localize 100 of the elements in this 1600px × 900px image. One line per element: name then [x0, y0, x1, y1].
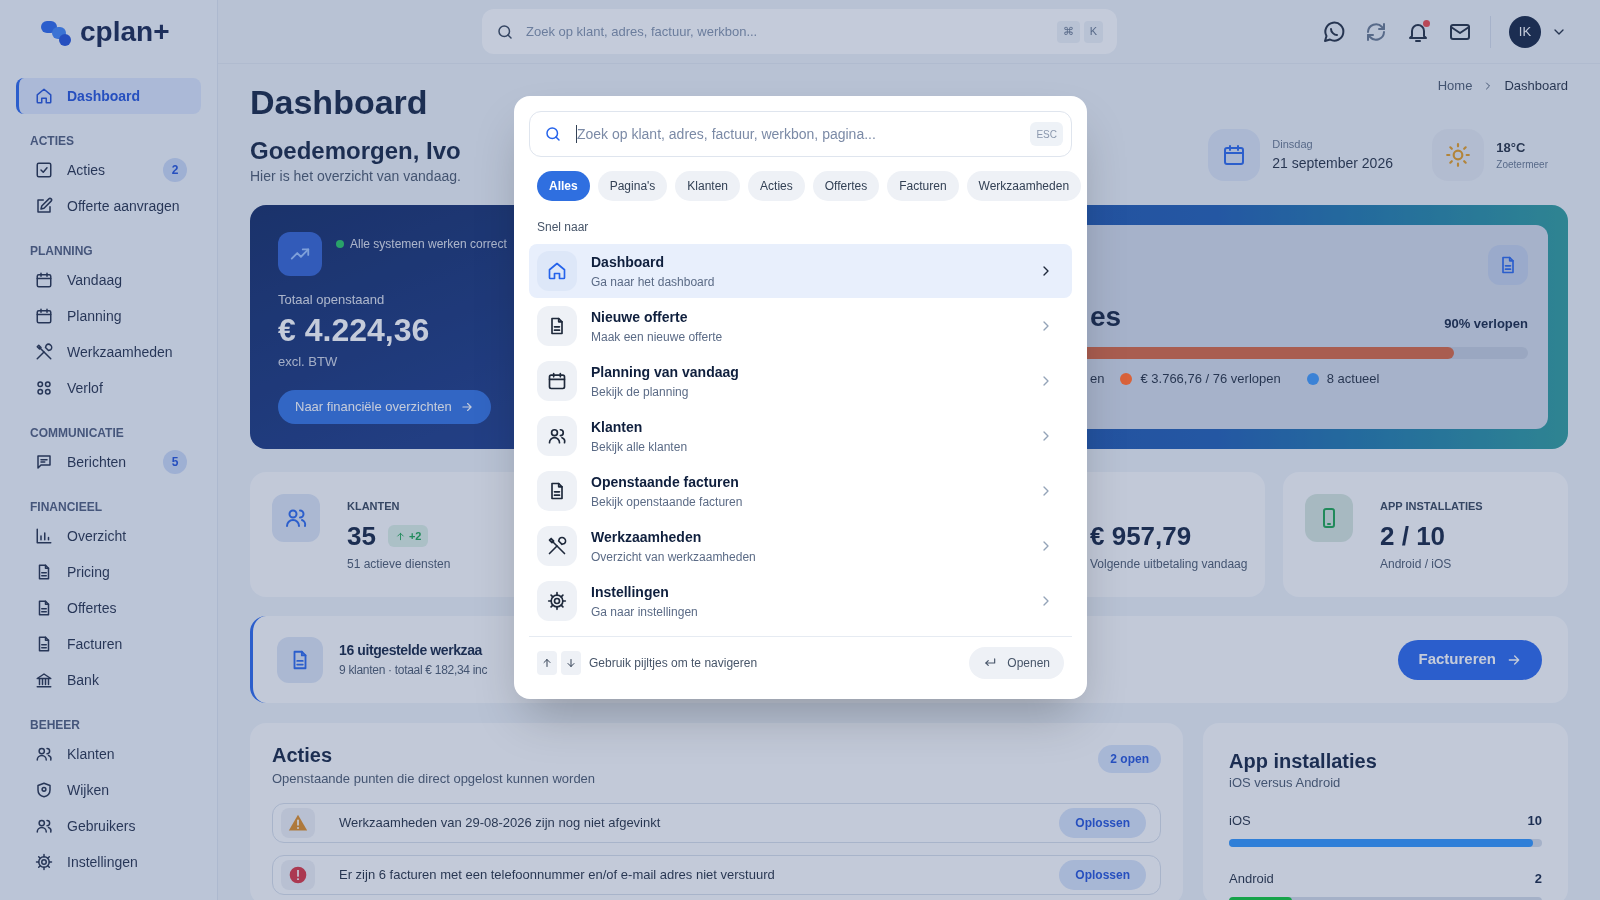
weekday: Dinsdag	[1272, 137, 1314, 153]
greeting: Goedemorgen, Ivo	[250, 136, 461, 166]
palette-search-field[interactable]: Zoek op klant, adres, factuur, werkbon, pagina... ESC	[529, 111, 1072, 157]
filter-chip[interactable]: Alles	[537, 171, 590, 201]
status-text: Alle systemen werken correct	[350, 236, 507, 253]
arrow-down-icon	[565, 656, 577, 669]
temperature: 18°C	[1496, 138, 1527, 157]
result-title: Nieuwe offerte	[591, 307, 689, 327]
filter-chip[interactable]: Werkzaamheden	[966, 171, 1082, 201]
logo-text: cplan+	[80, 18, 170, 46]
result-title: Openstaande facturen	[591, 472, 740, 492]
date: 21 september 2026	[1272, 153, 1394, 173]
search-icon	[544, 125, 562, 143]
home-icon	[35, 87, 53, 105]
filter-chip[interactable]: Acties	[748, 171, 805, 201]
result-subtitle: Ga naar instellingen	[591, 603, 698, 621]
stat-value: 2 / 10	[1380, 520, 1446, 552]
sidebar-item[interactable]: Instellingen	[16, 844, 201, 880]
sidebar-item[interactable]: Berichten 5	[16, 444, 201, 480]
sidebar-item[interactable]: Wijken	[16, 772, 201, 808]
filter-chip[interactable]: Facturen	[887, 171, 959, 201]
sidebar-item[interactable]: Facturen	[16, 626, 201, 662]
notification-button[interactable]	[1406, 19, 1430, 44]
sidebar-item[interactable]: Klanten	[16, 736, 201, 772]
stat-label: KLANTEN	[347, 499, 401, 514]
sidebar-item[interactable]: Offertes	[16, 590, 201, 626]
legend-label: en	[1090, 370, 1105, 388]
checkbox-icon	[35, 161, 53, 179]
total-amount: € 4.224,36	[278, 311, 430, 350]
legend-label: 8 actueel	[1326, 370, 1380, 388]
platform-count: 2	[1534, 870, 1542, 888]
section-heading: FINANCIEEL	[30, 500, 102, 514]
result-item[interactable]: Dashboard Ga naar het dashboard	[529, 244, 1072, 298]
card-title: App installaties	[1229, 749, 1378, 773]
arrow-right-icon	[459, 400, 474, 414]
stat-value: 35	[347, 520, 376, 552]
tools-icon	[547, 536, 567, 556]
sidebar-item[interactable]: Verlof	[16, 370, 201, 406]
invoice-button[interactable]: Factureren	[1398, 639, 1542, 680]
bar-chart-icon	[35, 527, 53, 545]
tools-icon	[35, 343, 53, 361]
users-icon	[547, 426, 567, 446]
section-heading: ACTIES	[30, 134, 74, 148]
filter-chip[interactable]: Offertes	[812, 171, 880, 201]
sidebar-item[interactable]: Gebruikers	[16, 808, 201, 844]
sidebar-item[interactable]: Overzicht	[16, 518, 201, 554]
filter-chip[interactable]: Pagina's	[597, 171, 668, 201]
sidebar-item[interactable]: Dashboard	[16, 78, 201, 114]
section-heading: COMMUNICATIE	[30, 426, 124, 440]
sidebar-item[interactable]: Planning	[16, 298, 201, 334]
calendar-icon	[35, 307, 53, 325]
card-subtitle: iOS versus Android	[1229, 774, 1342, 792]
warning-icon	[288, 813, 308, 833]
platform-label: iOS	[1229, 812, 1251, 830]
calendar-icon	[1222, 143, 1247, 167]
gear-icon	[35, 853, 53, 871]
weather-place: Zoetermeer	[1496, 158, 1548, 173]
result-title: Klanten	[591, 417, 644, 437]
pencil-square-icon	[35, 197, 53, 215]
greeting-subtitle: Hier is het overzicht van vandaag.	[250, 167, 461, 186]
stat-value: € 957,79	[1090, 520, 1192, 552]
sidebar-item[interactable]: Pricing	[16, 554, 201, 590]
open-count-badge: 2 open	[1098, 745, 1161, 773]
result-subtitle: Ga naar het dashboard	[591, 273, 715, 291]
total-note: excl. BTW	[278, 353, 339, 371]
circles-icon	[35, 379, 53, 397]
subscription-title: es	[1090, 300, 1122, 334]
stat-subtitle: Android / iOS	[1380, 556, 1453, 572]
arrow-up-icon	[394, 530, 406, 542]
sidebar-item[interactable]: Werkzaamheden	[16, 334, 201, 370]
home-icon	[547, 261, 567, 281]
stat-subtitle: Volgende uitbetaling vandaag	[1090, 556, 1248, 572]
avatar[interactable]: IK	[1509, 15, 1541, 48]
sidebar-item[interactable]: Acties 2	[16, 152, 201, 188]
legend-label: € 3.766,76 / 76 verlopen	[1140, 370, 1281, 388]
filter-chip[interactable]: Klanten	[675, 171, 741, 201]
sun-icon	[1445, 142, 1472, 168]
action-text: Werkzaamheden van 29-08-2026 zijn nog niet afgevinkt	[339, 814, 661, 833]
result-subtitle: Bekijk alle klanten	[591, 438, 688, 456]
breadcrumb-link[interactable]: Home	[1437, 76, 1473, 96]
stat-label: APP INSTALLATIES	[1380, 499, 1483, 514]
keyboard-hint: Gebruik pijltjes om te navigeren	[589, 654, 758, 672]
sidebar-item[interactable]: Vandaag	[16, 262, 201, 298]
total-label: Totaal openstaand	[278, 291, 386, 309]
breadcrumb-current: Dashboard	[1504, 77, 1568, 95]
stat-subtitle: 51 actieve diensten	[347, 556, 451, 572]
chat-bubble-icon	[1322, 19, 1346, 44]
shortcut-key: K	[1083, 20, 1103, 43]
sidebar-item[interactable]: Offerte aanvragen	[16, 188, 201, 224]
users-icon	[35, 745, 53, 763]
section-heading: BEHEER	[30, 718, 80, 732]
resolve-button[interactable]: Oplossen	[1059, 808, 1146, 838]
sidebar-item[interactable]: Bank	[16, 662, 201, 698]
resolve-button[interactable]: Oplossen	[1059, 860, 1146, 890]
result-title: Planning van vandaag	[591, 362, 739, 382]
open-button[interactable]: Openen	[969, 646, 1064, 679]
result-subtitle: Maak een nieuwe offerte	[591, 328, 723, 346]
finance-button[interactable]: Naar financiële overzichten	[278, 390, 491, 424]
gear-icon	[547, 591, 567, 611]
section-label: Snel naar	[536, 219, 590, 235]
